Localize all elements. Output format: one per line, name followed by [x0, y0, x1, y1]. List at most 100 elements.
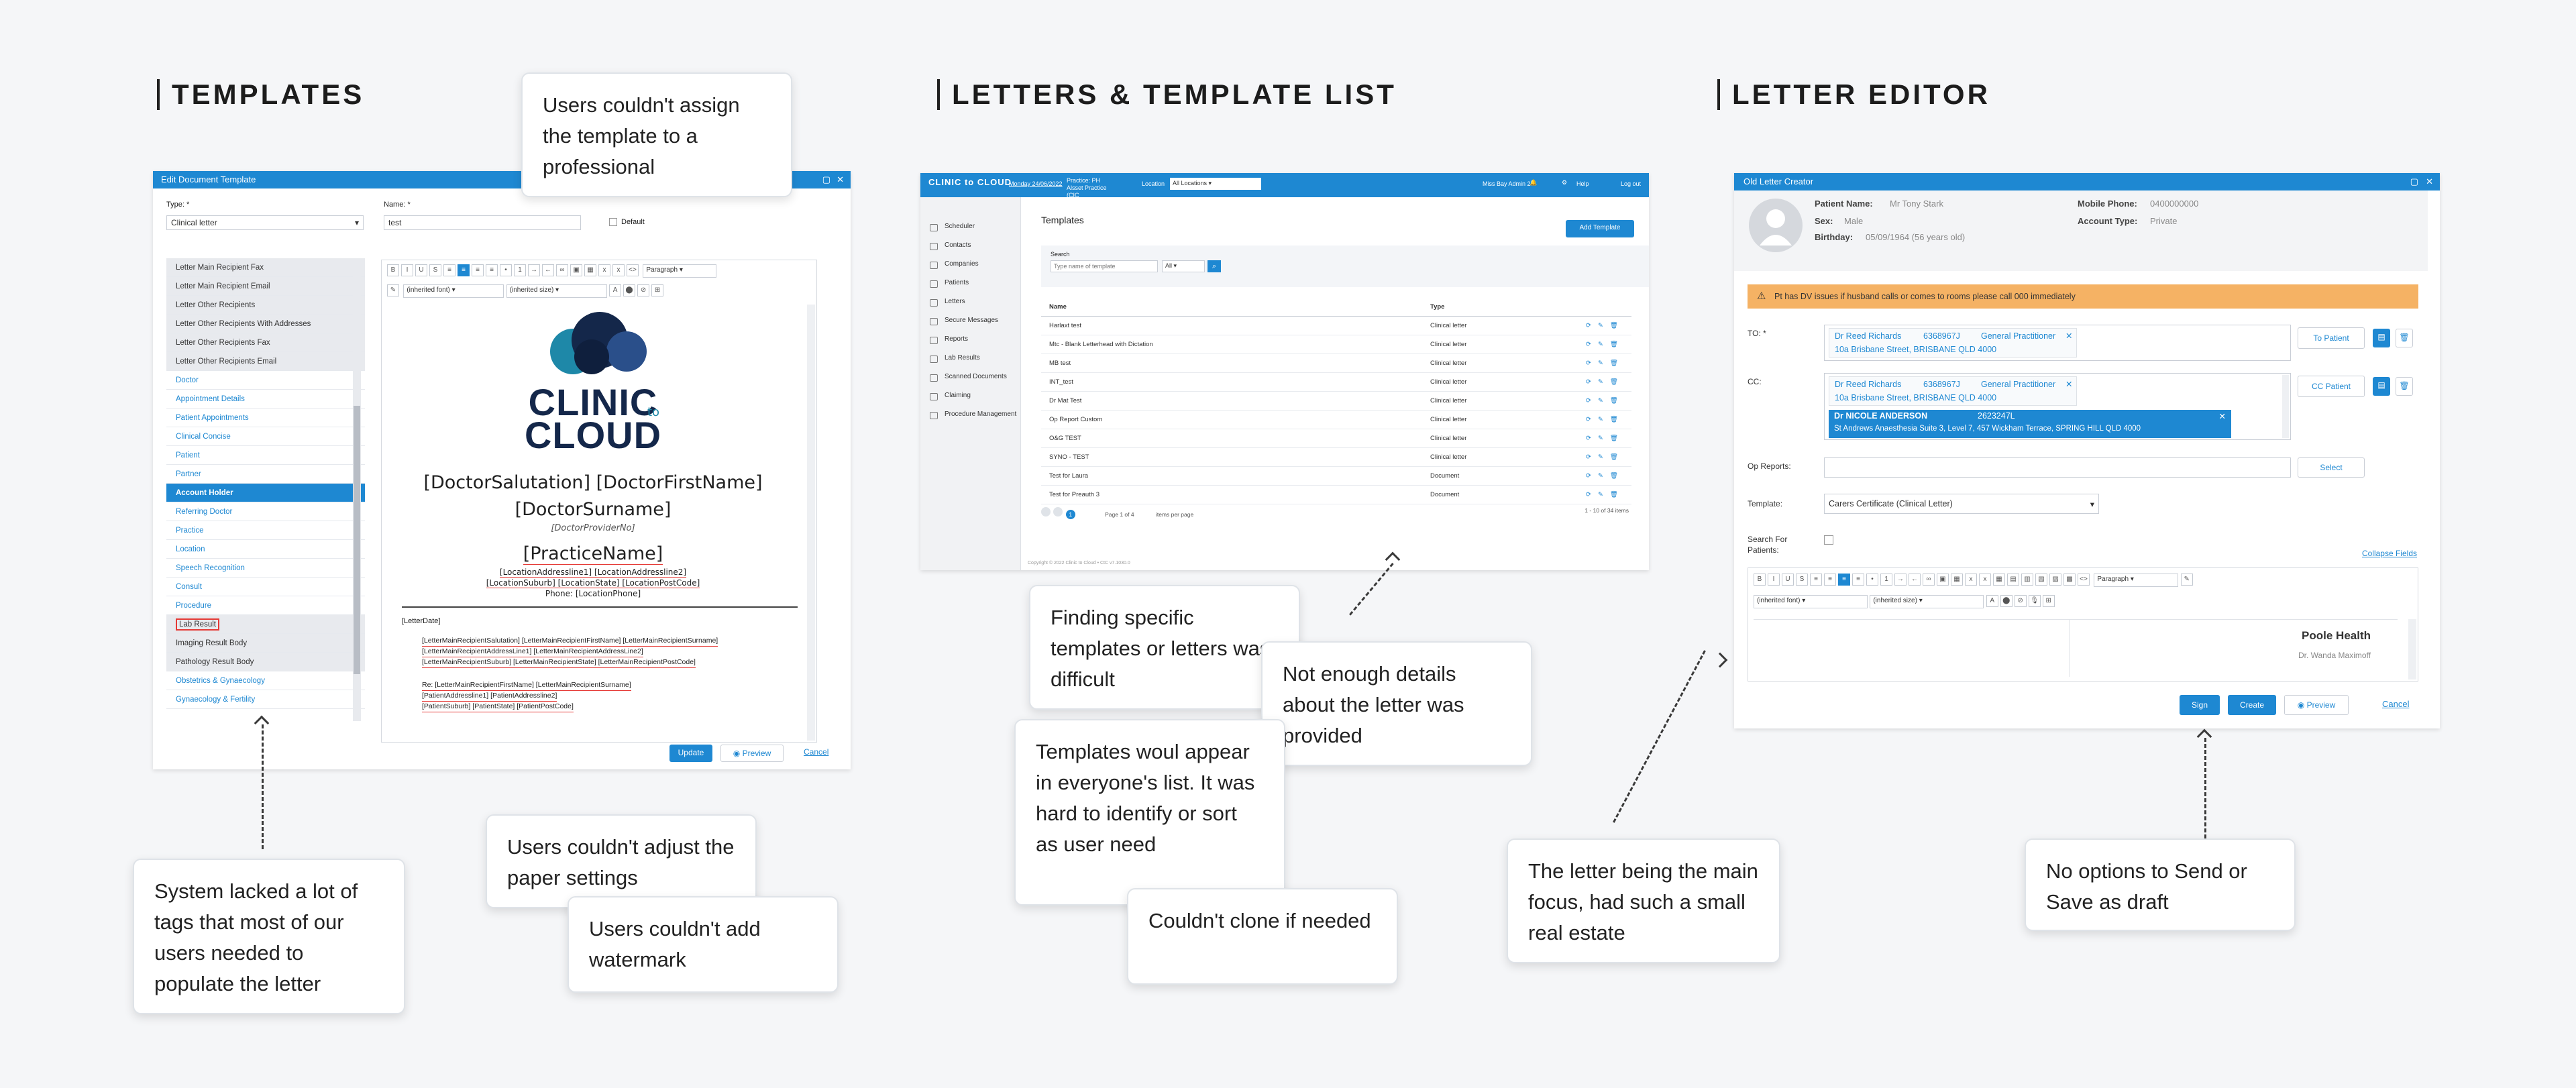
tag-list-item[interactable]: Lab Result [166, 615, 365, 634]
select-button[interactable]: Select [2298, 457, 2365, 478]
maximize-icon[interactable]: ▢ [822, 171, 830, 188]
tag-list-item[interactable]: Account Holder [166, 484, 365, 502]
search-icon[interactable]: ⌕ [1208, 260, 1221, 272]
tag-list-item[interactable]: Appointment Details [166, 390, 365, 409]
template-select[interactable]: Carers Certificate (Clinical Letter) ▾ [1824, 494, 2099, 514]
font-select[interactable]: (inherited font) ▾ [403, 284, 504, 298]
outdent-icon[interactable]: ← [542, 264, 554, 276]
tag-list-item[interactable]: Clinical Concise [166, 427, 365, 446]
italic-icon[interactable]: I [401, 264, 413, 276]
size-select[interactable]: (inherited size) ▾ [1870, 595, 1984, 608]
table-row[interactable]: Test for Laura Document ⟳✎🗑 [1041, 467, 1631, 486]
indent-icon[interactable]: → [1894, 574, 1907, 586]
list-icon[interactable]: • [500, 264, 512, 276]
cc-scrollbar[interactable] [2282, 375, 2289, 438]
op-reports-input[interactable] [1824, 457, 2291, 478]
cc-patient-button[interactable]: CC Patient [2298, 376, 2365, 397]
cancel-link[interactable]: Cancel [2382, 699, 2409, 709]
tag-list-item[interactable]: Patient Appointments [166, 409, 365, 427]
table-row[interactable]: O&G TEST Clinical letter ⟳✎🗑 [1041, 429, 1631, 448]
tag-list-item[interactable]: Practice [166, 521, 365, 540]
table-icon[interactable]: ▦ [1951, 574, 1963, 586]
preview-button[interactable]: ◉ Preview [720, 745, 784, 762]
row-actions-icon[interactable]: ⟳✎🗑 [1586, 354, 1625, 373]
brush-icon[interactable]: ✎ [387, 284, 399, 296]
link-icon[interactable]: ∞ [556, 264, 568, 276]
table-row[interactable]: Mtc - Blank Letterhead with Dictation Cli… [1041, 335, 1631, 354]
editor-scrollbar[interactable] [2408, 619, 2416, 679]
numbered-list-icon[interactable]: 1 [514, 264, 526, 276]
tag-list-item[interactable]: Letter Main Recipient Fax [166, 258, 365, 277]
tag-list-item[interactable]: Letter Other Recipients Fax [166, 333, 365, 352]
image-icon[interactable]: ▣ [1937, 574, 1949, 586]
help-link[interactable]: Help [1576, 180, 1589, 187]
create-button[interactable]: Create [2228, 695, 2276, 715]
sidebar-item[interactable]: Reports [920, 330, 1020, 349]
bold-icon[interactable]: B [387, 264, 399, 276]
maximize-icon[interactable]: ▢ [2410, 173, 2418, 191]
row-actions-icon[interactable]: ⟳✎🗑 [1586, 486, 1625, 504]
table-row-icon[interactable]: ▤ [2007, 574, 2019, 586]
subscript-icon[interactable]: x [598, 264, 610, 276]
search-input[interactable] [1051, 260, 1158, 272]
bell-icon[interactable]: 🔔 [1529, 179, 1537, 186]
strike-icon[interactable]: S [429, 264, 441, 276]
row-actions-icon[interactable]: ⟳✎🗑 [1586, 411, 1625, 429]
align-right-icon[interactable]: ≡ [472, 264, 484, 276]
cc-suggestion[interactable]: Dr NICOLE ANDERSON 2623247L ✕ St Andrews… [1829, 410, 2231, 438]
row-actions-icon[interactable]: ⟳✎🗑 [1586, 392, 1625, 411]
prev-page-icon[interactable] [1053, 507, 1063, 516]
row-actions-icon[interactable]: ⟳✎🗑 [1586, 317, 1625, 335]
document-scrollbar[interactable] [807, 305, 815, 741]
table-row[interactable]: MB test Clinical letter ⟳✎🗑 [1041, 354, 1631, 373]
indent-icon[interactable]: → [528, 264, 540, 276]
search-filter-select[interactable]: All ▾ [1162, 260, 1205, 272]
underline-icon[interactable]: U [1782, 574, 1794, 586]
justify-icon[interactable]: ≡ [1852, 574, 1864, 586]
sidebar-item[interactable]: Contacts [920, 236, 1020, 255]
tag-list-item[interactable]: Location [166, 540, 365, 559]
superscript-icon[interactable]: x [1979, 574, 1991, 586]
first-page-icon[interactable] [1041, 507, 1051, 516]
italic-icon[interactable]: I [1768, 574, 1780, 586]
row-actions-icon[interactable]: ⟳✎🗑 [1586, 335, 1625, 354]
brush-icon[interactable]: ✎ [2180, 574, 2193, 586]
cc-field[interactable]: Dr Reed Richards 6368967J General Practi… [1824, 373, 2291, 440]
align-left-icon[interactable]: ≡ [443, 264, 455, 276]
fields-icon[interactable]: ⊞ [2042, 595, 2055, 607]
font-color-icon[interactable]: A [609, 284, 622, 296]
sidebar-item[interactable]: Claiming [920, 386, 1020, 405]
delete-icon[interactable]: 🗑 [2396, 377, 2413, 396]
underline-icon[interactable]: U [415, 264, 427, 276]
table-row[interactable]: Test for Preauth 3 Document ⟳✎🗑 [1041, 486, 1631, 504]
table-row[interactable]: Dr Mat Test Clinical letter ⟳✎🗑 [1041, 392, 1631, 411]
html-icon[interactable]: <> [627, 264, 639, 276]
superscript-icon[interactable]: x [612, 264, 625, 276]
row-actions-icon[interactable]: ⟳✎🗑 [1586, 467, 1625, 486]
bold-icon[interactable]: B [1754, 574, 1766, 586]
table-row[interactable]: INT_test Clinical letter ⟳✎🗑 [1041, 373, 1631, 392]
row-actions-icon[interactable]: ⟳✎🗑 [1586, 429, 1625, 448]
paragraph-select[interactable]: Paragraph ▾ [643, 264, 717, 278]
template-document[interactable]: CLINIC to CLOUD [DoctorSalutation] [Doct… [382, 305, 804, 743]
align-center-icon[interactable]: ≡ [458, 264, 470, 276]
sidebar-item[interactable]: Letters [920, 292, 1020, 311]
image-icon[interactable]: ▣ [570, 264, 582, 276]
outdent-icon[interactable]: ← [1909, 574, 1921, 586]
delete-icon[interactable]: 🗑 [2396, 329, 2413, 347]
remove-icon[interactable]: ✕ [2219, 411, 2226, 421]
sidebar-item[interactable]: Secure Messages [920, 311, 1020, 330]
numbered-list-icon[interactable]: 1 [1880, 574, 1892, 586]
tag-list-item[interactable]: Letter Other Recipients [166, 296, 365, 315]
header-user[interactable]: Miss Bay Admin 2 [1483, 180, 1531, 187]
tag-list-item[interactable]: Procedure [166, 596, 365, 615]
highlight-icon[interactable]: ⬤ [623, 284, 636, 296]
collapse-fields-link[interactable]: Collapse Fields [2362, 549, 2417, 558]
tag-list-item[interactable]: Patient [166, 446, 365, 465]
tag-list-item[interactable]: Letter Main Recipient Email [166, 277, 365, 296]
highlight-icon[interactable]: ⬤ [2000, 595, 2012, 607]
font-color-icon[interactable]: A [1986, 595, 1998, 607]
close-icon[interactable]: ✕ [837, 171, 844, 188]
tag-list-item[interactable]: Consult [166, 578, 365, 596]
address-book-icon[interactable]: ▤ [2373, 329, 2390, 347]
